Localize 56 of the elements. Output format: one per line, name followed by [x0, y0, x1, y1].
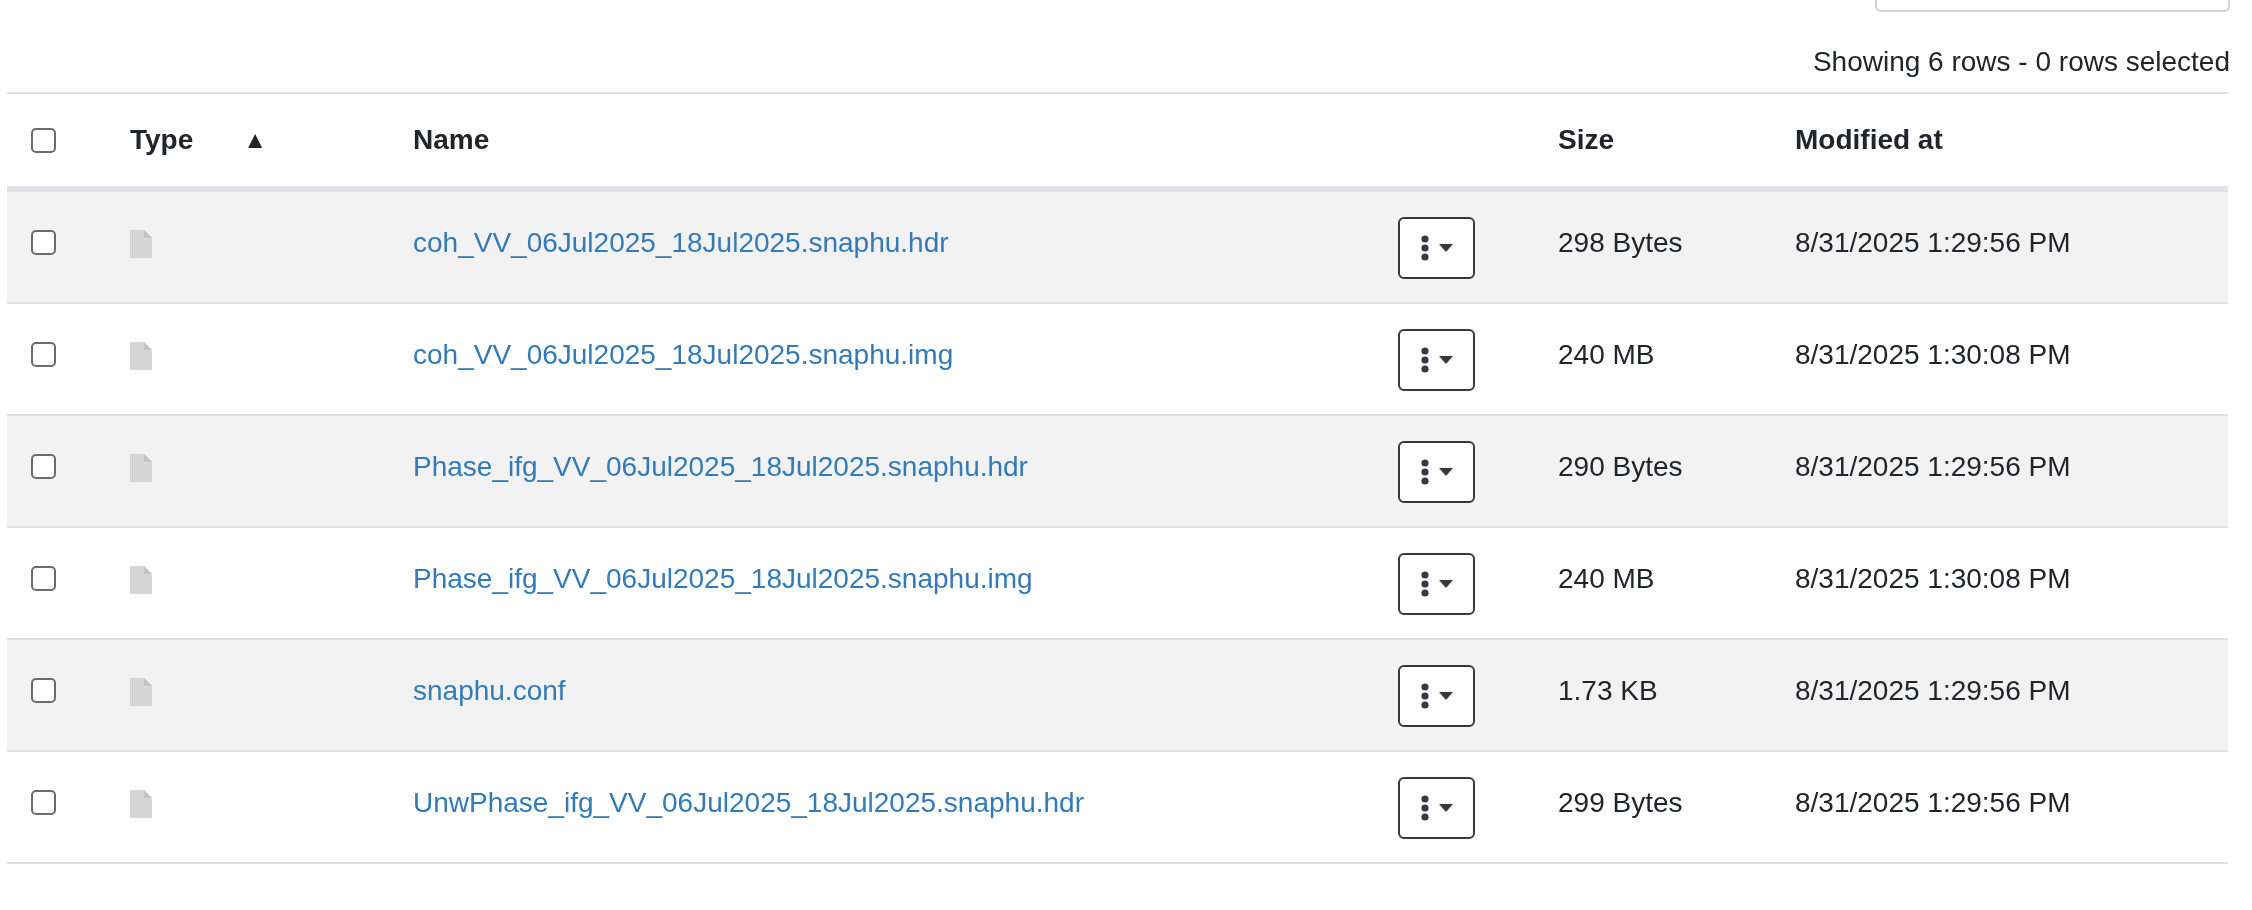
actions-menu-button[interactable]	[1398, 777, 1475, 839]
file-link[interactable]: UnwPhase_ifg_VV_06Jul2025_18Jul2025.snaphu.hdr	[413, 787, 1084, 818]
file-size: 240 MB	[1558, 339, 1655, 370]
file-icon	[130, 342, 152, 370]
file-link[interactable]: coh_VV_06Jul2025_18Jul2025.snaphu.hdr	[413, 227, 949, 258]
file-icon	[130, 678, 152, 706]
modified-date: 8/31/2025 1:30:08 PM	[1795, 563, 2071, 594]
more-icon	[1420, 235, 1429, 261]
caret-icon	[1438, 468, 1453, 476]
checkbox[interactable]	[31, 790, 56, 815]
caret-icon	[1438, 244, 1453, 252]
file-size: 299 Bytes	[1558, 787, 1683, 818]
caret-icon	[1438, 356, 1453, 364]
file-link[interactable]: Phase_ifg_VV_06Jul2025_18Jul2025.snaphu.img	[413, 563, 1033, 594]
checkbox[interactable]	[31, 230, 56, 255]
file-icon	[130, 454, 152, 482]
file-link[interactable]: Phase_ifg_VV_06Jul2025_18Jul2025.snaphu.hdr	[413, 451, 1028, 482]
file-size: 240 MB	[1558, 563, 1655, 594]
file-size: 1.73 KB	[1558, 675, 1658, 706]
actions-menu-button[interactable]	[1398, 665, 1475, 727]
file-icon	[130, 566, 152, 594]
actions-menu-button[interactable]	[1398, 217, 1475, 279]
more-icon	[1420, 683, 1429, 709]
modified-date: 8/31/2025 1:29:56 PM	[1795, 451, 2071, 482]
modified-date: 8/31/2025 1:30:08 PM	[1795, 339, 2071, 370]
modified-date: 8/31/2025 1:29:56 PM	[1795, 675, 2071, 706]
more-icon	[1420, 459, 1429, 485]
checkbox[interactable]	[31, 127, 56, 153]
caret-icon	[1438, 692, 1453, 700]
file-link[interactable]: coh_VV_06Jul2025_18Jul2025.snaphu.img	[413, 339, 954, 370]
row-count-summary: Showing 6 rows - 0 rows selected	[1812, 45, 2230, 79]
input-field[interactable]	[1875, 0, 2230, 12]
column-header[interactable]: Name	[413, 124, 490, 155]
modified-date: 8/31/2025 1:29:56 PM	[1795, 227, 2071, 258]
column-header[interactable]: Type	[130, 119, 194, 161]
actions-menu-button[interactable]	[1398, 553, 1475, 615]
checkbox[interactable]	[31, 342, 56, 367]
file-size: 298 Bytes	[1558, 227, 1683, 258]
column-header[interactable]: Modified at	[1795, 124, 1943, 155]
column-header[interactable]: Size	[1558, 124, 1615, 155]
checkbox[interactable]	[31, 678, 56, 703]
file-link[interactable]: snaphu.conf	[413, 675, 566, 706]
checkbox[interactable]	[31, 566, 56, 591]
file-icon	[130, 790, 152, 818]
more-icon	[1420, 795, 1429, 821]
sort-indicator[interactable]: ▲	[243, 122, 268, 158]
file-icon	[130, 230, 152, 258]
modified-date: 8/31/2025 1:29:56 PM	[1795, 787, 2071, 818]
caret-icon	[1438, 804, 1453, 812]
actions-menu-button[interactable]	[1398, 329, 1475, 391]
actions-menu-button[interactable]	[1398, 441, 1475, 503]
more-icon	[1420, 347, 1429, 373]
checkbox[interactable]	[31, 454, 56, 479]
caret-icon	[1438, 580, 1453, 588]
more-icon	[1420, 571, 1429, 597]
file-size: 290 Bytes	[1558, 451, 1683, 482]
